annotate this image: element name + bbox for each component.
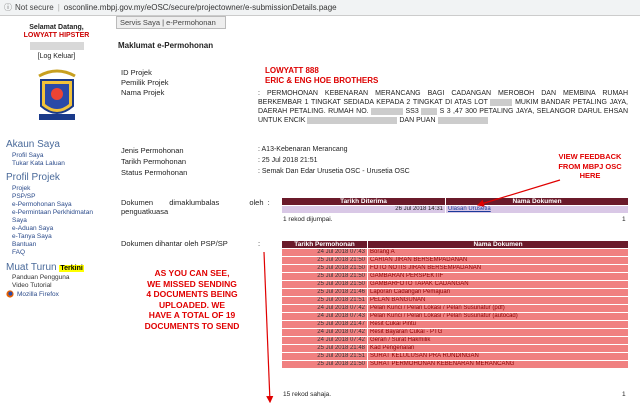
redacted-bar	[30, 42, 84, 50]
status-label: Status Permohonan	[121, 168, 188, 177]
pemilik-label: Pemilik Projek	[121, 78, 169, 87]
view-feedback-annotation: VIEW FEEDBACK FROM MBPJ OSC HERE	[558, 152, 622, 180]
feedback-table: Tarikh Diterima Nama Dokumen 26 Jul 2018…	[281, 197, 629, 214]
nama-projek-label: Nama Projek	[121, 88, 165, 97]
info-icon[interactable]: ⓘ	[4, 2, 12, 13]
tab-servis-saya[interactable]: Servis Saya | e-Permohonan	[116, 16, 226, 29]
submitted-header-date: Tarikh Permohonan	[281, 240, 368, 249]
table-row: 25 Jul 2018 21:46 Laporan Cadangan Pemaju…	[281, 288, 629, 297]
document-link[interactable]: CARIAN JIRAN BERSEMPADANAN	[367, 256, 629, 265]
document-link[interactable]: PELAN BANGUNAN	[367, 296, 629, 305]
table-row: 26 Jul 2018 14:31 Ulasan Urusetia	[281, 205, 629, 214]
table-row: 25 Jul 2018 21:48 Kad Pengenalan	[281, 344, 629, 353]
dikembalikan-label: Dokumen dimaklumbalas oleh :	[121, 198, 270, 207]
table-row: 25 Jul 2018 21:47 Resit Cukai Pintu	[281, 320, 629, 329]
document-link[interactable]: Pelan Kunci / Pelan Lokasi / Pelan Susun…	[367, 312, 629, 321]
e-aduan-saya-link[interactable]: e-Aduan Saya	[12, 225, 53, 232]
e-permohonan-saya-link[interactable]: e-Permohonan Saya	[12, 201, 72, 208]
document-link[interactable]: Resit Cukai Pintu	[367, 320, 629, 329]
username: LOWYATT HIPSTER	[23, 32, 90, 39]
table-row: 25 Jul 2018 21:50 GAMBARAN PERSPEKTIF	[281, 272, 629, 281]
document-link[interactable]: FOTO NOTIS JIRAN BERSEMPADANAN	[367, 264, 629, 273]
section-title: Maklumat e-Permohonan	[118, 41, 214, 50]
document-link[interactable]: Laporan Cadangan Pemajuan	[367, 288, 629, 297]
penguatkuasa-label: penguatkuasa	[121, 207, 169, 216]
faq-link[interactable]: FAQ	[12, 249, 25, 256]
document-link[interactable]: GAMBARFOTO TAPAK CADANGAN	[367, 280, 629, 289]
document-link[interactable]: GAMBARAN PERSPEKTIF	[367, 272, 629, 281]
feedback-date: 26 Jul 2018 14:31	[281, 205, 446, 214]
feedback-count: 1 rekod dijumpai.	[283, 216, 333, 223]
table-row: 25 Jul 2018 21:50 GAMBARFOTO TAPAK CADANG…	[281, 280, 629, 289]
profil-saya-link[interactable]: Profil Saya	[12, 152, 43, 159]
table-row: 25 Jul 2018 21:50 FOTO NOTIS JIRAN BERSEM…	[281, 264, 629, 273]
pemilik-value: ERIC & ENG HOE BROTHERS	[265, 76, 379, 85]
jenis-value: : A13-Kebenaran Merancang	[258, 146, 348, 153]
logout-link[interactable]: [Log Keluar]	[0, 53, 113, 60]
document-link[interactable]: SURAT KELULUSAN PRA RUNDINGAN	[367, 352, 629, 361]
document-link[interactable]: Geran / Surat Hakmilik	[367, 336, 629, 345]
firefox-icon	[6, 290, 14, 298]
table-row: 25 Jul 2018 21:50 SURAT PERMOHONAN KEBENA…	[281, 360, 629, 369]
table-row: 25 Jul 2018 21:51 SURAT KELULUSAN PRA RUN…	[281, 352, 629, 361]
submitted-table: Tarikh Permohonan Nama Dokumen 24 Jul 20…	[281, 240, 629, 369]
feedback-page[interactable]: 1	[622, 216, 626, 223]
table-row: 25 Jul 2018 21:50 CARIAN JIRAN BERSEMPADA…	[281, 256, 629, 265]
welcome-text: Selamat Datang,	[29, 24, 84, 31]
mozilla-firefox-link[interactable]: Mozilla Firefox	[17, 291, 59, 298]
id-projek-label: ID Projek	[121, 68, 152, 77]
dihantar-label: Dokumen dihantar oleh PSP/SP	[121, 239, 228, 248]
e-permintaan-link[interactable]: e-Permintaan Perkhidmatan	[12, 209, 93, 216]
feedback-header-doc: Nama Dokumen	[445, 197, 629, 206]
tarikh-value: : 25 Jul 2018 21:51	[258, 157, 318, 164]
bantuan-link[interactable]: Bantuan	[12, 241, 36, 248]
table-row: 24 Jul 2018 07:43 Borang A	[281, 248, 629, 257]
psp-sp-link[interactable]: PSP/SP	[12, 193, 35, 200]
submitted-header-doc: Nama Dokumen	[367, 240, 629, 249]
nama-projek-value: : PERMOHONAN KEBENARAN MERANCANG BAGI CA…	[258, 90, 629, 124]
document-link[interactable]: Borang A	[367, 248, 629, 257]
tukar-kata-laluan-link[interactable]: Tukar Kata Laluan	[12, 160, 65, 167]
submitted-page[interactable]: 1	[622, 391, 626, 398]
table-row: 24 Jul 2018 07:42 Pelan Kunci / Pelan Lok…	[281, 304, 629, 313]
firefox-download[interactable]: Mozilla Firefox	[6, 290, 59, 298]
url-text[interactable]: osconline.mbpj.gov.my/eOSC/secure/projec…	[64, 3, 337, 12]
address-bar[interactable]: ⓘ Not secure | osconline.mbpj.gov.my/eOS…	[0, 0, 640, 16]
table-row: 24 Jul 2018 07:43 Pelan Kunci / Pelan Lok…	[281, 312, 629, 321]
table-row: 24 Jul 2018 07:42 Resit Bayaran Cukai - P…	[281, 328, 629, 337]
saya-link[interactable]: Saya	[12, 217, 27, 224]
panduan-pengguna-link[interactable]: Panduan Pengguna	[12, 274, 69, 281]
projek-link[interactable]: Projek	[12, 185, 30, 192]
muat-turun-label: Muat Turun	[6, 262, 57, 273]
ulasan-urusetia-link[interactable]: Ulasan Urusetia	[445, 205, 629, 214]
akaun-saya-heading: Akaun Saya	[6, 139, 60, 150]
document-link[interactable]: Kad Pengenalan	[367, 344, 629, 353]
security-label: Not secure	[15, 3, 54, 12]
document-link[interactable]: Resit Bayaran Cukai - PTG	[367, 328, 629, 337]
table-row: 25 Jul 2018 21:51 PELAN BANGUNAN	[281, 296, 629, 305]
terkini-badge: Terkini	[59, 265, 84, 272]
missed-documents-annotation: AS YOU CAN SEE, WE MISSED SENDING 4 DOCU…	[144, 268, 240, 331]
id-projek-value: LOWYATT 888	[265, 66, 319, 75]
document-link[interactable]: SURAT PERMOHONAN KEBENARAN MERANCANG	[367, 360, 629, 369]
profil-projek-heading: Profil Projek	[6, 172, 60, 183]
feedback-header-date: Tarikh Diterima	[281, 197, 446, 206]
dihantar-colon: :	[258, 239, 261, 248]
document-link[interactable]: Pelan Kunci / Pelan Lokasi / Pelan Susun…	[367, 304, 629, 313]
jenis-label: Jenis Permohonan	[121, 146, 184, 155]
e-tanya-saya-link[interactable]: e-Tanya Saya	[12, 233, 52, 240]
table-row: 24 Jul 2018 07:42 Geran / Surat Hakmilik	[281, 336, 629, 345]
muat-turun-heading: Muat Turun Terkini	[6, 262, 84, 273]
submitted-count: 15 rekod sahaja.	[283, 391, 332, 398]
tarikh-label: Tarikh Permohonan	[121, 157, 187, 166]
mbpj-logo-icon	[38, 69, 76, 120]
video-tutorial-link[interactable]: Video Tutorial	[12, 282, 52, 289]
status-value: : Semak Dan Edar Urusetia OSC - Urusetia…	[258, 168, 410, 175]
missed-arrow	[263, 251, 274, 404]
